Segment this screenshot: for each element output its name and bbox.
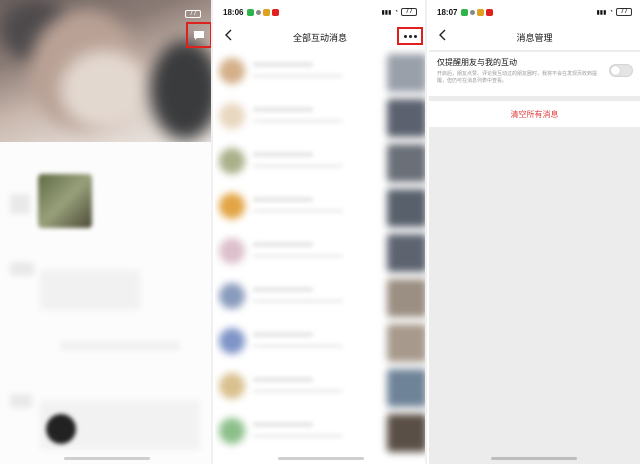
more-options-button[interactable] (397, 27, 423, 45)
battery-indicator: 77 (616, 8, 632, 16)
setting-friends-only: 仅提醒朋友与我的互动 开启后，朋友点赞、评论我互动过的朋友圈时，我将不会在发现页… (429, 52, 640, 96)
post-thumbnail[interactable] (46, 414, 76, 444)
chevron-left-icon (439, 28, 447, 46)
wechat-status-icon (461, 8, 469, 16)
list-item[interactable] (215, 410, 425, 455)
app-status-icon (477, 8, 485, 16)
app-status-icon (263, 8, 271, 16)
setting-description: 开启后，朋友点赞、评论我互动过的朋友圈时，我将不会在发现页收到提醒，但仍可在消息… (437, 71, 598, 84)
list-item[interactable] (215, 95, 425, 140)
signal-icon: ▮▮▮ (596, 9, 607, 16)
message-management-screen: 18:07 ▮▮▮ ◔ 77 消息管理 仅提醒朋友与我的互动 开启后，朋友点赞、… (429, 0, 640, 464)
status-time: 18:07 (437, 7, 458, 17)
list-item[interactable] (215, 320, 425, 365)
notification-status-icon (256, 9, 262, 15)
list-item[interactable] (215, 185, 425, 230)
list-item[interactable] (215, 140, 425, 185)
profile-screen: 77 (0, 0, 213, 464)
friends-only-toggle[interactable] (609, 64, 633, 77)
home-indicator (491, 457, 577, 460)
interaction-list (215, 50, 425, 455)
moments-feed (0, 142, 211, 464)
notification-status-icon (470, 9, 476, 15)
status-bar: 18:06 ▮▮▮ ◔ 77 (215, 0, 425, 24)
page-title: 全部互动消息 (292, 32, 347, 43)
list-item[interactable] (215, 275, 425, 320)
battery-indicator: 77 (185, 10, 201, 18)
status-bar: 18:07 ▮▮▮ ◔ 77 (429, 0, 640, 24)
signal-icon: ▮▮▮ (381, 9, 392, 16)
clear-all-messages-button[interactable]: 清空所有消息 (429, 101, 640, 127)
app-status-icon (272, 8, 280, 16)
nav-bar: 消息管理 (429, 24, 640, 50)
back-button[interactable] (435, 28, 451, 46)
list-item[interactable] (215, 365, 425, 410)
list-item[interactable] (215, 50, 425, 95)
list-item[interactable] (215, 230, 425, 275)
chat-bubble-icon (193, 30, 205, 41)
status-time: 18:06 (223, 7, 244, 17)
wifi-icon: ◔ (609, 9, 613, 15)
app-status-icon (486, 8, 494, 16)
chevron-left-icon (225, 28, 233, 46)
page-title: 消息管理 (516, 32, 553, 43)
all-interactions-screen: 18:06 ▮▮▮ ◔ 77 全部互动消息 (215, 0, 427, 464)
battery-indicator: 77 (401, 8, 417, 16)
cover-photo (0, 0, 211, 142)
home-indicator (64, 457, 150, 460)
more-dots-icon (403, 34, 407, 38)
back-button[interactable] (221, 28, 237, 46)
home-indicator (278, 457, 364, 460)
wifi-icon: ◔ (394, 9, 398, 15)
post-thumbnail[interactable] (38, 174, 92, 228)
setting-label: 仅提醒朋友与我的互动 (437, 58, 517, 67)
three-screen-tutorial: 77 18:06 ▮▮▮ ◔ 77 全部互动消息 18:07 ▮▮▮ ◔ 77 … (0, 0, 640, 464)
toggle-knob (611, 66, 620, 75)
interaction-messages-button[interactable] (186, 22, 211, 48)
wechat-status-icon (247, 8, 255, 16)
nav-bar: 全部互动消息 (215, 24, 425, 50)
